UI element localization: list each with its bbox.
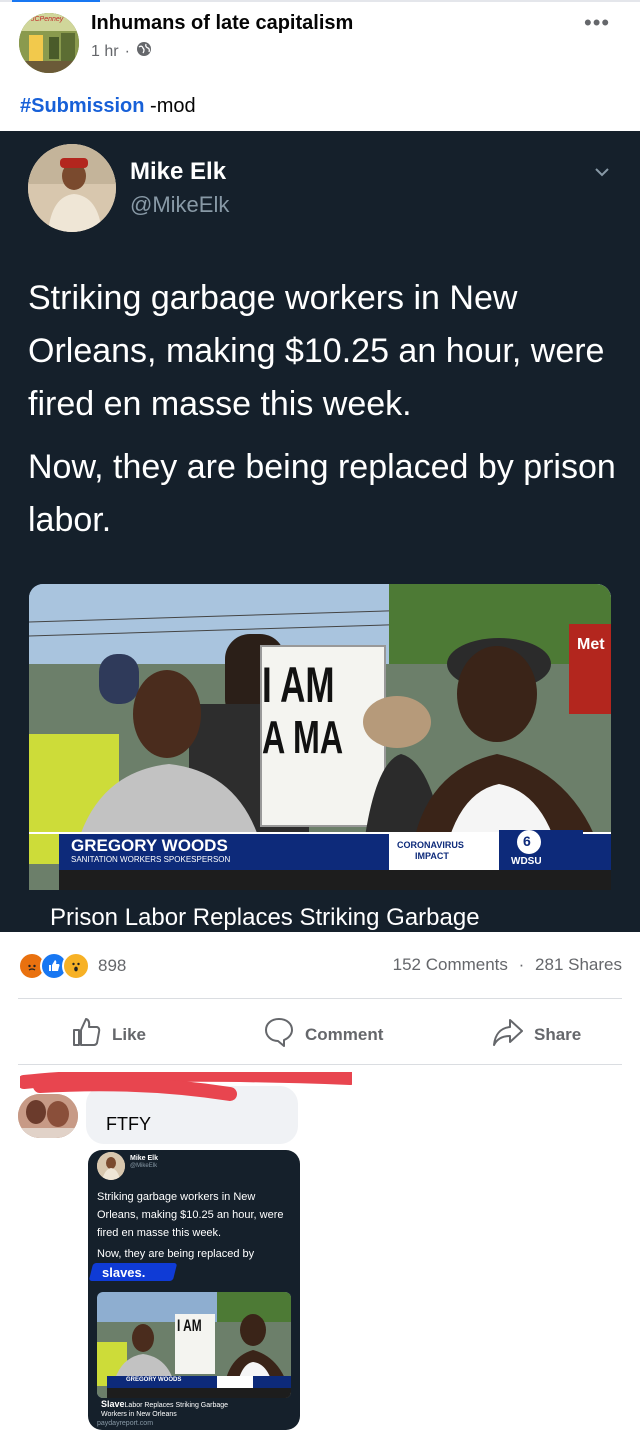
channel-number: 6 [523, 833, 531, 849]
more-options-icon[interactable]: ••• [584, 10, 610, 36]
like-label: Like [112, 1024, 147, 1044]
mini-caption-rest: Labor Replaces Striking Garbage [124, 1402, 229, 1409]
tweet-author-name: Mike Elk [130, 158, 227, 185]
wow-reaction-icon [62, 952, 90, 980]
reaction-count: 898 [98, 956, 127, 975]
meta-separator: · [124, 42, 130, 60]
post-meta: 1 hr · [91, 41, 152, 62]
share-arrow-icon [492, 1016, 524, 1053]
share-label: Share [534, 1024, 582, 1044]
mini-caption-bold: Slave [101, 1399, 125, 1409]
lower-third-title: SANITATION WORKERS SPOKESPERSON [71, 855, 231, 864]
hashtag-link[interactable]: #Submission [20, 95, 144, 117]
mini-tweet-paragraph-2: Now, they are being replaced by [97, 1248, 255, 1260]
group-avatar-logo-text: JCPenney [31, 16, 64, 23]
mini-lower-third-name: GREGORY WOODS [126, 1377, 182, 1383]
shares-count-link[interactable]: 281 Shares [535, 955, 622, 974]
comment-image[interactable]: Mike Elk @MikeElk Striking garbage worke… [88, 1150, 300, 1430]
comment-bubble-icon [263, 1016, 295, 1053]
station-logo-text: WDSU [511, 856, 542, 867]
protest-sign-line-2: A MA [262, 711, 344, 763]
divider-top [18, 998, 622, 999]
mini-news-still: GREGORY WOODS I AM [97, 1292, 291, 1398]
divider-bottom [18, 1064, 622, 1065]
news-tag-line-1: CORONAVIRUS [397, 840, 464, 850]
mini-link-caption: SlaveLabor Replaces Striking Garbage Wor… [101, 1400, 228, 1419]
mini-tweet-body: Striking garbage workers in New Orleans,… [97, 1188, 295, 1266]
post-text-suffix: -mod [144, 95, 196, 117]
mini-tweet-name: Mike Elk [130, 1155, 159, 1162]
lower-third-name: GREGORY WOODS [71, 836, 228, 855]
stats-separator: · [518, 955, 525, 974]
top-progress-line [0, 0, 640, 2]
tweet-body: Striking garbage workers in New Orleans,… [28, 272, 618, 557]
post-stats: 152 Comments · 281 Shares [393, 955, 622, 975]
comments-count-link[interactable]: 152 Comments [393, 955, 508, 974]
link-card-title: Prison Labor Replaces Striking Garbage [50, 904, 480, 931]
protest-sign-line-1: I AM [262, 657, 335, 713]
news-video-still: I AM A MA Met GREGORY WOODS SANITATION W… [29, 584, 611, 890]
tweet-paragraph-1: Striking garbage workers in New Orleans,… [28, 279, 605, 423]
comment-text: FTFY [106, 1114, 151, 1134]
tweet-paragraph-2: Now, they are being replaced by prison l… [28, 448, 616, 539]
like-button[interactable]: Like [70, 1016, 146, 1053]
share-button[interactable]: Share [492, 1016, 581, 1053]
post-time[interactable]: 1 hr [91, 43, 119, 61]
mini-caption-line-2: Workers in New Orleans [101, 1411, 177, 1418]
mini-tweet-handle: @MikeElk [130, 1163, 158, 1169]
news-tag-line-2: IMPACT [415, 851, 449, 861]
mini-tweet-avatar [97, 1152, 125, 1180]
redaction-scribble [17, 1067, 357, 1106]
mini-link-source: paydayreport.com [97, 1420, 154, 1427]
tweet-author-handle: @MikeElk [130, 192, 230, 217]
group-avatar[interactable]: JCPenney [19, 13, 79, 73]
highlight-text: slaves. [102, 1265, 146, 1280]
chevron-down-icon [594, 164, 610, 180]
mini-tweet-paragraph-1: Striking garbage workers in New Orleans,… [97, 1191, 284, 1239]
background-sign-text: Met [577, 636, 605, 653]
mini-protest-sign: I AM [177, 1316, 202, 1335]
group-name[interactable]: Inhumans of late capitalism [91, 12, 353, 35]
comment-label: Comment [305, 1024, 384, 1044]
post-text: #Submission -mod [20, 95, 196, 118]
reactions-summary[interactable]: 898 [18, 952, 126, 980]
globe-icon [136, 41, 152, 62]
tweet-avatar [28, 144, 116, 232]
thumbs-up-icon [70, 1016, 102, 1053]
comment-button[interactable]: Comment [263, 1016, 383, 1053]
